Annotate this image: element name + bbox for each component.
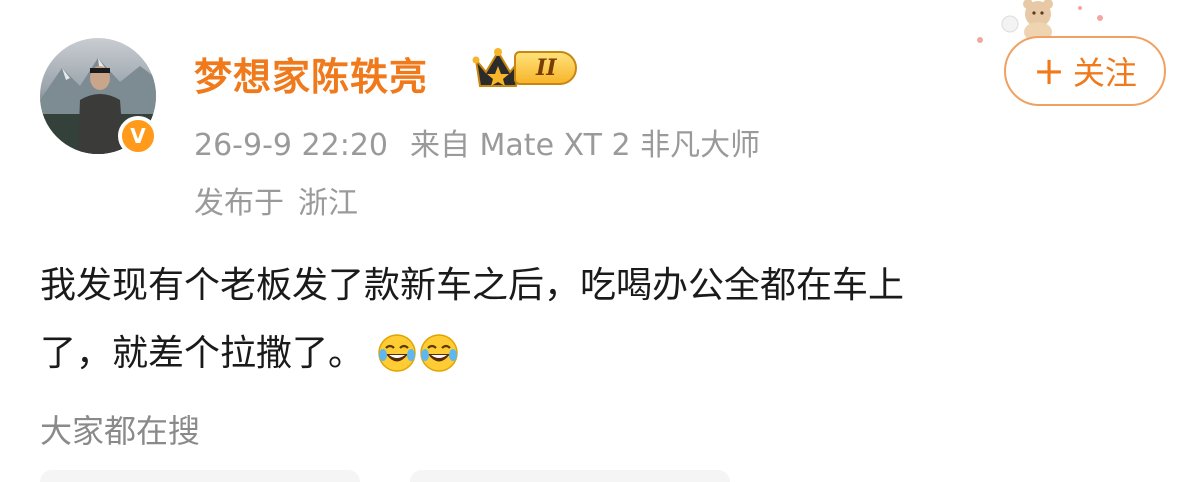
post-source: 来自 Mate XT 2 非凡大师 [410, 128, 761, 163]
post-text-line-1: 我发现有个老板发了款新车之后，吃喝办公全都在车上 [40, 265, 905, 306]
author-avatar[interactable]: V [40, 38, 158, 156]
post-meta: 26-9-9 22:20 来自 Mate XT 2 非凡大师 [194, 120, 782, 164]
trending-chip[interactable] [40, 470, 360, 482]
author-name[interactable]: 梦想家陈轶亮 [194, 46, 428, 101]
laugh-cry-emoji-icon [420, 334, 459, 372]
location-prefix: 发布于 [194, 186, 284, 221]
post-location: 发布于 浙江 [194, 178, 358, 222]
post-content: 我发现有个老板发了款新车之后，吃喝办公全都在车上 了，就差个拉撒了。 [40, 252, 1160, 388]
verified-badge: V [118, 116, 158, 156]
post-time: 26-9-9 22:20 [194, 128, 388, 163]
laugh-cry-emoji-icon [378, 334, 417, 372]
trending-search-label: 大家都在搜 [40, 412, 201, 450]
location-value: 浙江 [298, 186, 358, 221]
vip-level-badge[interactable]: II [470, 44, 577, 92]
post-text-line-2-text: 了，就差个拉撒了。 [40, 333, 365, 374]
plus-icon: + [1033, 49, 1065, 93]
weibo-post: V 梦想家陈轶亮 II + 关注 26-9-9 22:20 来自 Mate XT … [0, 0, 1200, 482]
trending-chip[interactable] [410, 470, 730, 482]
follow-button[interactable]: + 关注 [1004, 36, 1166, 106]
vip-level-label: II [514, 51, 577, 85]
post-text-line-2: 了，就差个拉撒了。 [40, 320, 1160, 388]
follow-button-label: 关注 [1072, 54, 1137, 92]
